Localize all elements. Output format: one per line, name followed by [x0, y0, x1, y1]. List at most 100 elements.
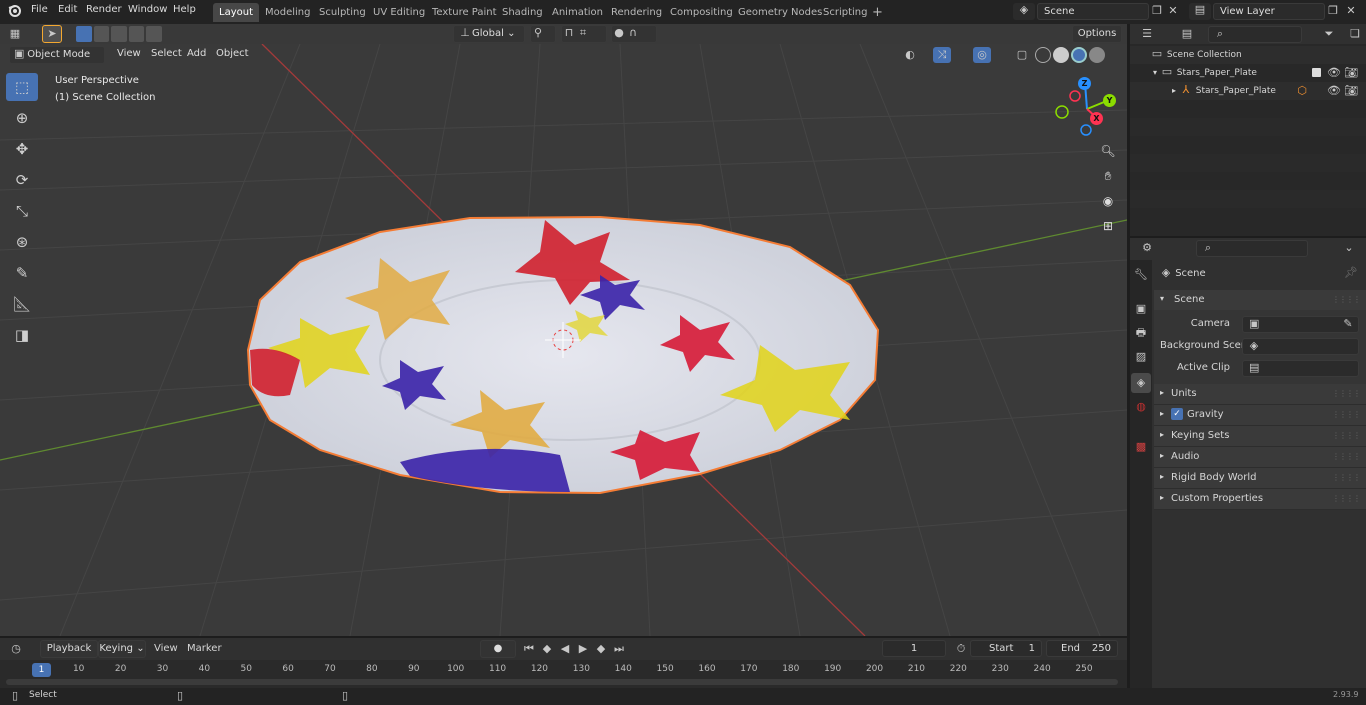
gravity-panel-header[interactable]: ▸ ✓ Gravity ⋮⋮⋮⋮ — [1154, 405, 1366, 426]
select-extend-icon[interactable] — [93, 26, 110, 42]
properties-editor-type-icon[interactable]: ⚙ — [1140, 241, 1154, 255]
transform-icon[interactable]: ⊛ — [6, 228, 38, 256]
menu-view[interactable]: View — [117, 48, 141, 59]
select-intersect-icon[interactable] — [146, 26, 162, 42]
timeline-editor-type-icon[interactable]: ◷ — [9, 642, 23, 656]
scene-panel-header[interactable]: ▾ Scene ⋮⋮⋮⋮ — [1154, 290, 1366, 310]
eye-icon[interactable]: 👁︎ — [1327, 66, 1341, 80]
visibility-icon[interactable]: ◐ — [903, 48, 917, 62]
copy-scene-icon[interactable]: ❐ — [1150, 4, 1164, 18]
outliner-search-input[interactable]: ⌕ — [1208, 26, 1302, 43]
timeline-ruler[interactable]: 10 20 30 40 50 60 70 80 90 100 110 120 130 140 150 160 1… — [0, 660, 1127, 688]
jump-end-icon[interactable]: ⏭ — [612, 642, 626, 656]
3d-viewport[interactable]: User Perspective (1) Scene Collection Z … — [0, 44, 1127, 636]
annotate-icon[interactable]: ✎ — [6, 259, 38, 287]
expand-arrow-icon[interactable]: ▸ — [1172, 86, 1176, 95]
display-mode-icon[interactable]: ▤ — [1180, 27, 1194, 41]
next-keyframe-icon[interactable]: ◆ — [594, 642, 608, 656]
blender-logo-icon[interactable] — [8, 3, 22, 20]
proportional-edit-toggle[interactable]: ● ∩ — [611, 25, 657, 43]
material-shading-icon[interactable] — [1071, 47, 1087, 63]
select-tool-icon[interactable]: ➤ — [42, 25, 62, 43]
play-reverse-icon[interactable]: ◀ — [558, 642, 572, 656]
camera-view-icon[interactable]: ◉ — [1097, 190, 1119, 212]
measure-icon[interactable]: 📐︎ — [6, 290, 38, 318]
new-collection-icon[interactable]: ❏ — [1348, 27, 1362, 41]
outliner-row-object[interactable]: ▸ ⅄ Stars_Paper_Plate ⬡ 👁︎ 📷︎ — [1130, 82, 1366, 100]
cursor-icon[interactable]: ⊕ — [6, 104, 38, 132]
tab-modeling[interactable]: Modeling — [259, 3, 317, 22]
overlays-toggle-icon[interactable]: ◎ — [973, 47, 991, 63]
auto-keying-toggle[interactable]: ● — [480, 640, 516, 658]
copy-view-layer-icon[interactable]: ❐ — [1326, 4, 1340, 18]
menu-file[interactable]: File — [31, 4, 48, 15]
tool-tab-icon[interactable]: 🔧︎ — [1134, 268, 1148, 282]
tab-uv-editing[interactable]: UV Editing — [367, 3, 431, 22]
solid-shading-icon[interactable] — [1053, 47, 1069, 63]
texture-tab-icon[interactable]: ▩ — [1134, 440, 1148, 454]
background-scene-field[interactable]: ◈ — [1242, 338, 1359, 355]
outliner-row-scene-collection[interactable]: ▭ Scene Collection — [1130, 46, 1366, 64]
keying-sets-panel-header[interactable]: ▸ Keying Sets ⋮⋮⋮⋮ — [1154, 426, 1366, 447]
perspective-grid-icon[interactable]: ⊞ — [1097, 215, 1119, 237]
playhead[interactable]: 1 — [32, 663, 51, 677]
tab-layout[interactable]: Layout — [213, 3, 259, 22]
start-frame-field[interactable]: Start 1 — [970, 640, 1042, 657]
collapse-arrow-icon[interactable]: ▾ — [1153, 68, 1157, 77]
wireframe-shading-icon[interactable] — [1035, 47, 1051, 63]
editor-type-icon[interactable]: ▦ — [8, 27, 22, 41]
pan-hand-icon[interactable]: ✋︎ — [1097, 165, 1119, 187]
rigid-body-panel-header[interactable]: ▸ Rigid Body World ⋮⋮⋮⋮ — [1154, 468, 1366, 489]
close-icon[interactable]: ✕ — [1166, 4, 1180, 18]
tab-compositing[interactable]: Compositing — [664, 3, 739, 22]
jump-start-icon[interactable]: ⏮ — [522, 642, 536, 656]
custom-properties-panel-header[interactable]: ▸ Custom Properties ⋮⋮⋮⋮ — [1154, 489, 1366, 510]
timeline-view-menu[interactable]: View — [154, 643, 178, 654]
pin-icon[interactable]: 📌︎ — [1344, 266, 1358, 280]
prev-keyframe-icon[interactable]: ◆ — [540, 642, 554, 656]
exclude-checkbox[interactable] — [1312, 68, 1321, 77]
scene-name-field[interactable]: Scene — [1037, 3, 1149, 20]
snap-toggle[interactable]: ⊓ ⌗ — [561, 25, 607, 43]
menu-select[interactable]: Select — [151, 48, 182, 59]
camera-field[interactable]: ▣ ✎ — [1242, 316, 1359, 333]
end-frame-field[interactable]: End 250 — [1046, 640, 1118, 657]
select-new-icon[interactable] — [76, 26, 92, 42]
units-panel-header[interactable]: ▸ Units ⋮⋮⋮⋮ — [1154, 384, 1366, 405]
scene-selector-icon[interactable]: ◈ — [1013, 3, 1035, 20]
world-tab-icon[interactable]: ◍ — [1134, 400, 1148, 414]
current-frame-field[interactable]: 1 — [882, 640, 946, 657]
tab-scripting[interactable]: Scripting — [817, 3, 873, 22]
stopwatch-icon[interactable]: ⏱ — [954, 642, 968, 656]
zoom-icon[interactable]: 🔍︎ — [1097, 140, 1119, 162]
select-box-icon[interactable]: ⬚ — [6, 73, 38, 101]
navigation-gizmo[interactable]: Z Y X — [1052, 74, 1122, 144]
orientation-dropdown[interactable]: ⊥ Global ⌄ — [453, 25, 525, 43]
playback-dropdown[interactable]: Playback ⌄ — [40, 640, 98, 670]
play-icon[interactable]: ▶ — [576, 642, 590, 656]
gizmo-toggle-icon[interactable]: ⤨ — [933, 47, 951, 63]
add-workspace-icon[interactable]: + — [866, 3, 889, 22]
outliner-row-collection[interactable]: ▾ ▭ Stars_Paper_Plate 👁︎ 📷︎ — [1130, 64, 1366, 82]
timeline-scrollbar[interactable] — [6, 679, 1118, 685]
view-layer-selector-icon[interactable]: ▤ — [1189, 3, 1211, 20]
chevron-down-icon[interactable]: ⌄ — [1342, 241, 1356, 255]
gizmo-y-axis[interactable]: Y — [1103, 94, 1116, 107]
outliner-editor-type-icon[interactable]: ☰ — [1140, 27, 1154, 41]
view-layer-name-field[interactable]: View Layer — [1213, 3, 1325, 20]
menu-object[interactable]: Object — [216, 48, 249, 59]
tab-geometry-nodes[interactable]: Geometry Nodes — [732, 3, 828, 22]
menu-edit[interactable]: Edit — [58, 4, 77, 15]
scale-icon[interactable]: ⤡ — [6, 197, 38, 225]
render-camera-icon[interactable]: 📷︎ — [1344, 84, 1358, 98]
rendered-shading-icon[interactable] — [1089, 47, 1105, 63]
add-cube-icon[interactable]: ◨ — [6, 321, 38, 349]
render-tab-icon[interactable]: ▣ — [1134, 302, 1148, 316]
menu-render[interactable]: Render — [86, 4, 122, 15]
eyedropper-icon[interactable]: ✎ — [1341, 317, 1355, 331]
tab-animation[interactable]: Animation — [546, 3, 609, 22]
menu-window[interactable]: Window — [128, 4, 167, 15]
pivot-dropdown[interactable]: ⚲ — [530, 25, 556, 43]
select-invert-icon[interactable] — [128, 26, 145, 42]
gizmo-z-axis[interactable]: Z — [1078, 77, 1091, 90]
